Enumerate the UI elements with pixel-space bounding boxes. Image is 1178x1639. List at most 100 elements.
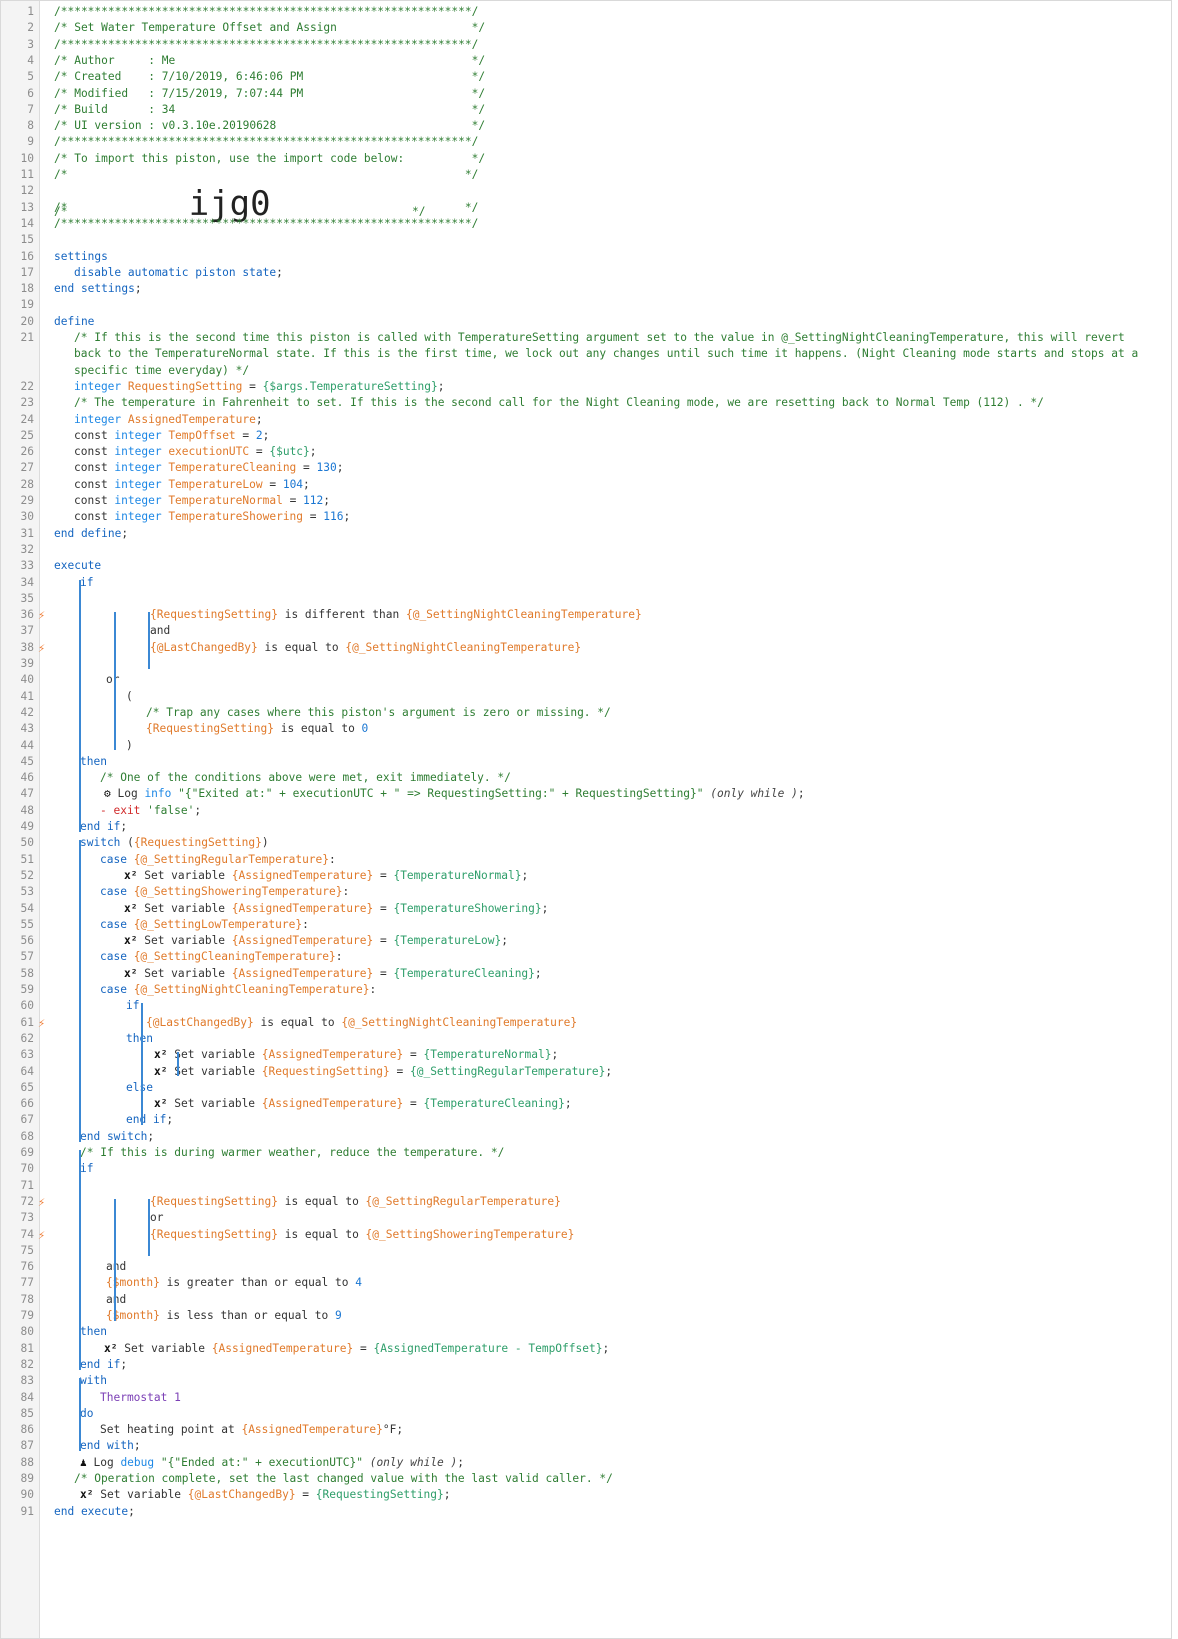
code-text[interactable]: disable automatic piston state; [74,266,283,279]
code-text[interactable]: const integer TempOffset = 2; [74,429,269,442]
code-text[interactable]: x² Set variable {AssignedTemperature} = … [124,869,528,882]
code-text[interactable]: {RequestingSetting} is different than {@… [150,608,642,621]
code-text[interactable]: then [126,1032,153,1045]
code-text[interactable]: {$month} is greater than or equal to 4 [106,1276,362,1289]
code-text[interactable]: ( [126,690,133,703]
code-text[interactable]: with [80,1374,107,1387]
keyword: case [100,885,134,899]
code-text[interactable]: x² Set variable {@LastChangedBy} = {Requ… [80,1488,451,1501]
code-text[interactable]: and [150,624,170,637]
code-line: 61 ⚡ {@LastChangedBy} is equal to {@_Setti… [1,1016,1171,1032]
code-text[interactable]: if [126,999,139,1012]
code-text[interactable]: x² Set variable {AssignedTemperature} = … [124,902,548,915]
code-text[interactable]: ⚙ Log info "{"Exited at:" + executionUTC… [104,787,805,800]
code-text[interactable]: /* */ [54,201,478,214]
code-text[interactable]: end switch; [80,1130,154,1143]
code-text[interactable]: end if; [80,820,127,833]
trigger-bolt-icon[interactable]: ⚡ [38,1228,45,1242]
code-text[interactable]: /* One of the conditions above were met,… [100,771,511,784]
code-text[interactable]: /***************************************… [54,217,478,230]
code-text[interactable]: {RequestingSetting} is equal to {@_Setti… [150,1228,574,1241]
code-text[interactable]: back to the TemperatureNormal state. If … [74,347,1138,360]
code-text[interactable]: /* The temperature in Fahrenheit to set.… [74,396,1044,409]
code-text[interactable]: const integer TemperatureNormal = 112; [74,494,330,507]
code-text[interactable]: /* Operation complete, set the last chan… [74,1472,613,1485]
code-text[interactable]: switch ({RequestingSetting}) [80,836,269,849]
code-text[interactable]: ) [126,739,133,752]
code-line: 81 x² Set variable {AssignedTemperature} … [1,1342,1171,1358]
code-text[interactable]: {@LastChangedBy} is equal to {@_SettingN… [146,1016,577,1029]
code-text[interactable]: then [80,755,107,768]
trigger-bolt-icon[interactable]: ⚡ [38,1195,45,1209]
code-text[interactable]: /* Modified : 7/15/2019, 7:07:44 PM */ [54,87,485,100]
trigger-bolt-icon[interactable]: ⚡ [38,608,45,622]
code-text[interactable]: x² Set variable {AssignedTemperature} = … [124,967,542,980]
code-text[interactable]: end settings; [54,282,142,295]
code-text[interactable]: /* Trap any cases where this piston's ar… [146,706,611,719]
code-text[interactable]: and [106,1293,126,1306]
code-text[interactable]: /* If this is the second time this pisto… [74,331,1125,344]
variable: {RequestingSetting} [150,1227,278,1241]
variable: TemperatureShowering [168,510,304,524]
text: = [373,868,394,882]
code-text[interactable]: /* Build : 34 */ [54,103,485,116]
code-text[interactable]: {RequestingSetting} is equal to 0 [146,722,368,735]
code-text[interactable]: end define; [54,527,128,540]
code-text[interactable]: end if; [126,1113,173,1126]
code-text[interactable]: x² Set variable {AssignedTemperature} = … [154,1048,558,1061]
code-text[interactable]: end with; [80,1439,141,1452]
text: : [335,950,343,964]
code-text[interactable]: or [150,1211,163,1224]
code-text[interactable]: /* Set Water Temperature Offset and Assi… [54,21,485,34]
code-text[interactable]: ♟ Log debug "{"Ended at:" + executionUTC… [80,1456,464,1469]
code-text[interactable]: specific time everyday) */ [74,364,249,377]
code-text[interactable]: else [126,1081,153,1094]
code-text[interactable]: settings [54,250,108,263]
code-text[interactable]: case {@_SettingShoweringTemperature}: [100,885,349,898]
code-text[interactable]: then [80,1325,107,1338]
code-text[interactable]: /***************************************… [54,38,478,51]
code-text[interactable]: if [80,576,93,589]
code-text[interactable]: integer AssignedTemperature; [74,413,263,426]
code-text[interactable]: /***************************************… [54,135,478,148]
code-text[interactable]: {@LastChangedBy} is equal to {@_SettingN… [150,641,581,654]
code-text[interactable]: x² Set variable {AssignedTemperature} = … [124,934,508,947]
code-text[interactable]: do [80,1407,93,1420]
code-text[interactable]: const integer TemperatureLow = 104; [74,478,310,491]
code-line: 67 end if; [1,1113,1171,1129]
code-text[interactable]: /***************************************… [54,5,478,18]
code-text[interactable]: /* If this is during warmer weather, red… [80,1146,504,1159]
code-text[interactable]: if [80,1162,93,1175]
code-text[interactable]: /* Author : Me */ [54,54,485,67]
code-text[interactable]: {RequestingSetting} is equal to {@_Setti… [150,1195,561,1208]
code-text[interactable]: end if; [80,1358,127,1371]
code-text[interactable]: {$month} is less than or equal to 9 [106,1309,342,1322]
code-text[interactable]: integer RequestingSetting = {$args.Tempe… [74,380,445,393]
code-text[interactable]: const integer TemperatureShowering = 116… [74,510,350,523]
trigger-bolt-icon[interactable]: ⚡ [38,1016,45,1030]
code-text[interactable]: case {@_SettingCleaningTemperature}: [100,950,343,963]
code-text[interactable]: case {@_SettingRegularTemperature}: [100,853,336,866]
trigger-bolt-icon[interactable]: ⚡ [38,641,45,655]
code-text[interactable]: execute [54,559,101,572]
code-text[interactable]: define [54,315,94,328]
code-text[interactable]: Thermostat 1 [100,1391,181,1404]
code-text[interactable]: case {@_SettingNightCleaningTemperature}… [100,983,376,996]
code-text[interactable]: const integer executionUTC = {$utc}; [74,445,317,458]
code-text[interactable]: end execute; [54,1505,135,1518]
log-level: debug [120,1455,155,1469]
code-text[interactable]: /* Created : 7/10/2019, 6:46:06 PM */ [54,70,485,83]
code-text[interactable]: case {@_SettingLowTemperature}: [100,918,309,931]
code-text[interactable]: x² Set variable {AssignedTemperature} = … [104,1342,609,1355]
code-text[interactable]: Set heating point at {AssignedTemperatur… [100,1423,403,1436]
line-number: 19 [20,298,34,312]
code-text[interactable]: or [106,673,119,686]
code-text[interactable]: /* To import this piston, use the import… [54,152,485,165]
code-text[interactable]: const integer TemperatureCleaning = 130; [74,461,343,474]
code-text[interactable]: /* */ [54,168,478,181]
code-text[interactable]: x² Set variable {AssignedTemperature} = … [154,1097,572,1110]
code-text[interactable]: x² Set variable {RequestingSetting} = {@… [154,1065,612,1078]
code-text[interactable]: - exit 'false'; [100,804,201,817]
code-text[interactable]: and [106,1260,126,1273]
code-text[interactable]: /* UI version : v0.3.10e.20190628 */ [54,119,485,132]
